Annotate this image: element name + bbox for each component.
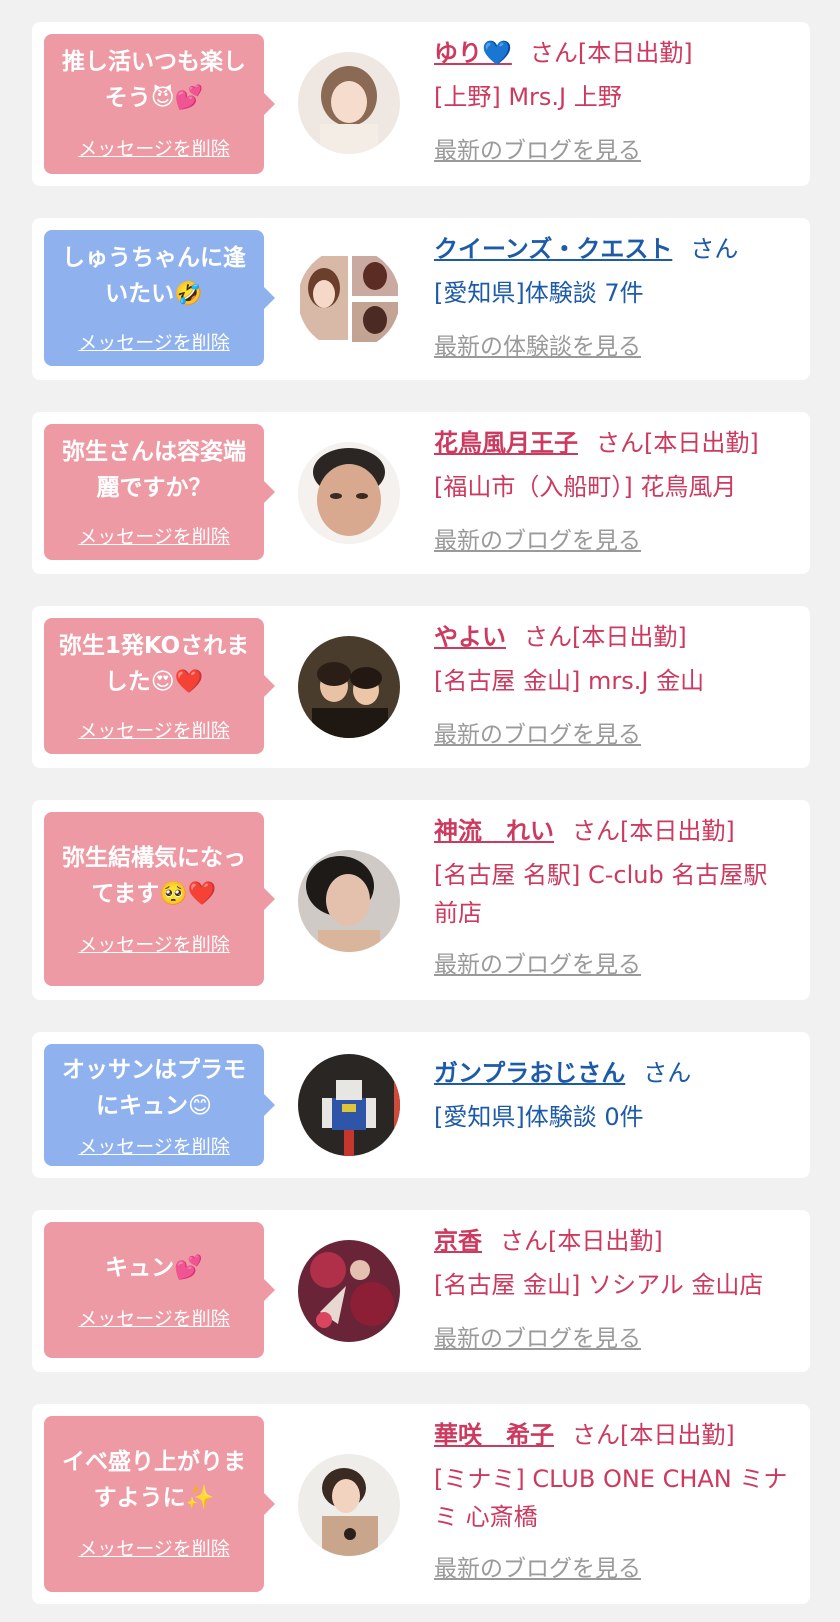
message-bubble: キュン💕 メッセージを削除 — [44, 1222, 275, 1358]
latest-blog-link[interactable]: 最新のブログを見る — [434, 946, 641, 984]
latest-blog-link[interactable]: 最新のブログを見る — [434, 522, 641, 560]
user-suffix: さん[本日出勤] — [500, 1227, 663, 1255]
message-bubble: 推し活いつも楽しそう😈💕 メッセージを削除 — [44, 34, 275, 174]
message-card: イベ盛り上がりますように✨ メッセージを削除 華咲 希子 さん[本日出勤] [ミナ… — [32, 1404, 810, 1604]
user-info: 花鳥風月王子 さん[本日出勤] [福山市（入船町）] 花鳥風月 最新のブログを見る — [434, 424, 800, 554]
latest-review-link[interactable]: 最新の体験談を見る — [434, 328, 641, 366]
user-name-link[interactable]: 花鳥風月王子 — [434, 429, 578, 457]
user-suffix: さん[本日出勤] — [596, 429, 759, 457]
message-card: キュン💕 メッセージを削除 京香 さん[本日出勤] [名古屋 金山] ソシアル 金… — [32, 1210, 810, 1372]
avatar[interactable] — [298, 52, 400, 154]
avatar[interactable] — [298, 1454, 400, 1556]
delete-message-link[interactable]: メッセージを削除 — [44, 328, 264, 355]
avatar[interactable] — [298, 442, 400, 544]
message-bubble: しゅうちゃんに逢いたい🤣 メッセージを削除 — [44, 230, 275, 366]
avatar[interactable] — [298, 1054, 400, 1156]
avatar[interactable] — [298, 248, 400, 350]
delete-message-link[interactable]: メッセージを削除 — [44, 522, 264, 549]
message-bubble: 弥生さんは容姿端麗ですか？ メッセージを削除 — [44, 424, 275, 560]
message-card: 推し活いつも楽しそう😈💕 メッセージを削除 ゆり💙 さん[本日出勤] [上野] M… — [32, 22, 810, 186]
latest-blog-link[interactable]: 最新のブログを見る — [434, 1320, 641, 1358]
user-review-count: [愛知県]体験談 0件 — [434, 1103, 644, 1131]
message-text: 弥生1発KOされました😍❤️ — [58, 633, 250, 695]
user-info: やよい さん[本日出勤] [名古屋 金山] mrs.J 金山 最新のブログを見る — [434, 618, 800, 748]
message-card: オッサンはプラモにキュン😊 メッセージを削除 ガンプラおじさん さん [愛知県]体… — [32, 1032, 810, 1178]
message-bubble: 弥生結構気になってます🥺❤️ メッセージを削除 — [44, 812, 275, 986]
user-info: ガンプラおじさん さん [愛知県]体験談 0件 — [434, 1054, 800, 1136]
avatar[interactable] — [298, 636, 400, 738]
user-info: ゆり💙 さん[本日出勤] [上野] Mrs.J 上野 最新のブログを見る — [434, 34, 800, 164]
message-card: 弥生さんは容姿端麗ですか？ メッセージを削除 花鳥風月王子 さん[本日出勤] [福… — [32, 412, 810, 574]
delete-message-link[interactable]: メッセージを削除 — [44, 1534, 264, 1561]
message-text: 推し活いつも楽しそう😈💕 — [62, 49, 246, 111]
message-text: オッサンはプラモにキュン😊 — [62, 1057, 246, 1119]
delete-message-link[interactable]: メッセージを削除 — [44, 134, 264, 161]
user-info: 華咲 希子 さん[本日出勤] [ミナミ] CLUB ONE CHAN ミナミ 心斎… — [434, 1416, 800, 1582]
avatar[interactable] — [298, 1240, 400, 1342]
user-shop: [福山市（入船町）] 花鳥風月 — [434, 473, 737, 501]
delete-message-link[interactable]: メッセージを削除 — [44, 716, 264, 743]
user-name-link[interactable]: 神流 れい — [434, 817, 554, 845]
delete-message-link[interactable]: メッセージを削除 — [44, 1132, 264, 1159]
latest-blog-link[interactable]: 最新のブログを見る — [434, 716, 641, 754]
user-info: クイーンズ・クエスト さん [愛知県]体験談 7件 最新の体験談を見る — [434, 230, 800, 360]
user-suffix: さん[本日出勤] — [529, 39, 693, 67]
user-suffix: さん[本日出勤] — [572, 817, 735, 845]
message-text: キュン💕 — [105, 1255, 203, 1281]
message-list: 推し活いつも楽しそう😈💕 メッセージを削除 ゆり💙 さん[本日出勤] [上野] M… — [0, 0, 840, 1604]
user-name-link[interactable]: ゆり💙 — [434, 39, 512, 67]
user-name-link[interactable]: ガンプラおじさん — [434, 1059, 625, 1087]
user-name-link[interactable]: やよい — [434, 623, 506, 651]
message-bubble: 弥生1発KOされました😍❤️ メッセージを削除 — [44, 618, 275, 754]
user-suffix: さん[本日出勤] — [524, 623, 687, 651]
user-shop: [上野] Mrs.J 上野 — [434, 83, 622, 111]
delete-message-link[interactable]: メッセージを削除 — [44, 930, 264, 957]
message-bubble: イベ盛り上がりますように✨ メッセージを削除 — [44, 1416, 275, 1592]
message-card: 弥生結構気になってます🥺❤️ メッセージを削除 神流 れい さん[本日出勤] [名… — [32, 800, 810, 1000]
user-name-link[interactable]: 華咲 希子 — [434, 1421, 554, 1449]
user-suffix: さん[本日出勤] — [572, 1421, 735, 1449]
latest-blog-link[interactable]: 最新のブログを見る — [434, 1550, 641, 1588]
message-text: 弥生結構気になってます🥺❤️ — [62, 845, 246, 907]
user-shop: [名古屋 名駅] C-club 名古屋駅前店 — [434, 861, 768, 927]
message-text: 弥生さんは容姿端麗ですか？ — [62, 439, 246, 501]
user-shop: [名古屋 金山] ソシアル 金山店 — [434, 1271, 764, 1299]
user-suffix: さん — [690, 235, 739, 263]
user-review-count: [愛知県]体験談 7件 — [434, 279, 644, 307]
avatar[interactable] — [298, 850, 400, 952]
latest-blog-link[interactable]: 最新のブログを見る — [434, 132, 641, 170]
message-card: しゅうちゃんに逢いたい🤣 メッセージを削除 クイーンズ・クエスト さん [愛知県]… — [32, 218, 810, 380]
user-name-link[interactable]: 京香 — [434, 1227, 482, 1255]
delete-message-link[interactable]: メッセージを削除 — [44, 1304, 264, 1331]
message-card: 弥生1発KOされました😍❤️ メッセージを削除 やよい さん[本日出勤] [名古屋… — [32, 606, 810, 768]
message-bubble: オッサンはプラモにキュン😊 メッセージを削除 — [44, 1044, 275, 1166]
user-suffix: さん — [643, 1059, 692, 1087]
user-shop: [ミナミ] CLUB ONE CHAN ミナミ 心斎橋 — [434, 1465, 788, 1531]
user-info: 京香 さん[本日出勤] [名古屋 金山] ソシアル 金山店 最新のブログを見る — [434, 1222, 800, 1352]
user-name-link[interactable]: クイーンズ・クエスト — [434, 235, 672, 263]
user-info: 神流 れい さん[本日出勤] [名古屋 名駅] C-club 名古屋駅前店 最新の… — [434, 812, 800, 978]
message-text: イベ盛り上がりますように✨ — [62, 1449, 246, 1511]
user-shop: [名古屋 金山] mrs.J 金山 — [434, 667, 705, 695]
message-text: しゅうちゃんに逢いたい🤣 — [62, 245, 246, 307]
